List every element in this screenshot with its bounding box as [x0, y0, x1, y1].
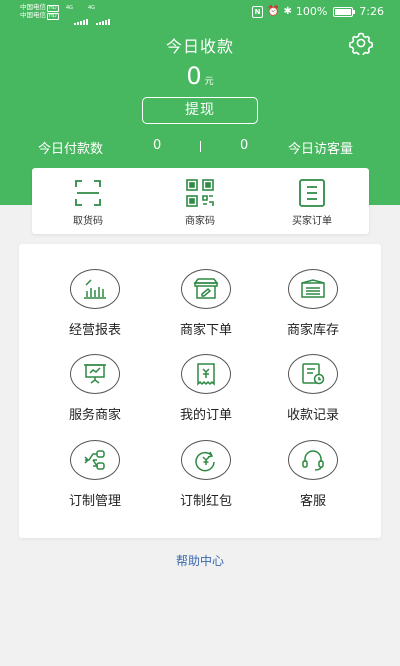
grid-icon-circle: [70, 354, 120, 394]
quick-label: 取货码: [73, 216, 103, 227]
quick-actions: 取货码 商家码 买家订单: [32, 168, 369, 234]
shop-icon: [193, 278, 219, 299]
grid-item-merchant-order[interactable]: 商家下单: [147, 269, 267, 354]
network-type-1: 4G: [66, 5, 74, 11]
grid-icon-circle: [70, 440, 120, 480]
grid-item-my-orders[interactable]: 我的订单: [147, 354, 267, 439]
quick-label: 商家码: [185, 216, 215, 227]
visitor-count-label: 今日访客量: [288, 142, 354, 157]
amount-value: 0: [186, 62, 202, 90]
visitor-count-value: 0: [240, 138, 249, 153]
carrier-2-label: 中国电信: [20, 11, 46, 19]
status-bar: 中国电信 HD 中国电信 HD 4G 4G N ⏰ ✱ 100% 7:26: [0, 0, 400, 25]
withdraw-button[interactable]: 提现: [142, 97, 258, 124]
battery-percent: 100%: [295, 5, 328, 18]
signal-icon-2: [96, 6, 111, 25]
status-right: N ⏰ ✱ 100% 7:26: [252, 5, 384, 18]
stats-divider: [200, 141, 201, 152]
red-packet-icon: [195, 451, 215, 472]
grid-label: 经营报表: [68, 323, 121, 338]
grid-item-service-merchant[interactable]: 服务商家: [36, 354, 156, 439]
payment-count-value: 0: [153, 138, 162, 153]
signal-icon: [74, 6, 89, 25]
clock-time: 7:26: [359, 5, 384, 18]
grid-label: 收款记录: [286, 408, 339, 423]
grid-label: 订制管理: [68, 494, 121, 509]
grid-icon-circle: [288, 354, 338, 394]
network-type-2: 4G: [88, 5, 96, 11]
grid-item-custom-management[interactable]: 订制管理: [36, 440, 156, 525]
grid-label: 商家库存: [286, 323, 339, 338]
battery-icon: [333, 6, 356, 17]
stats-row: 今日付款数 0 0 今日访客量: [0, 138, 400, 158]
gear-icon[interactable]: [349, 31, 373, 55]
bar-chart-icon: [84, 279, 106, 299]
grid-label: 客服: [299, 494, 326, 509]
order-list-icon: [299, 179, 325, 207]
help-center-link[interactable]: 帮助中心: [0, 552, 400, 569]
grid-icon-circle: [288, 269, 338, 309]
payment-count-label: 今日付款数: [38, 142, 104, 157]
grid-icon-circle: [181, 269, 231, 309]
quick-label: 买家订单: [292, 216, 332, 227]
receipt-icon: [197, 363, 215, 386]
carrier-2: 中国电信 HD: [20, 12, 59, 20]
inventory-icon: [301, 279, 325, 298]
grid-item-customer-service[interactable]: 客服: [254, 440, 374, 525]
qrcode-icon: [186, 179, 214, 207]
hd-badge-2: HD: [47, 13, 59, 20]
grid-item-payment-records[interactable]: 收款记录: [254, 354, 374, 439]
bluetooth-icon: ✱: [283, 6, 292, 17]
nfc-icon: N: [252, 5, 263, 18]
grid-label: 商家下单: [179, 323, 232, 338]
grid-icon-circle: [181, 440, 231, 480]
amount-display: 0元: [0, 62, 400, 90]
grid-item-merchant-inventory[interactable]: 商家库存: [254, 269, 374, 354]
grid-label: 我的订单: [179, 408, 232, 423]
page-title: 今日收款: [165, 37, 234, 56]
function-grid: 经营报表 商家下单 商家库存 服务商家 我的订单 收款记录 订制管理 订制红包 …: [19, 244, 381, 538]
carrier-1-label: 中国电信: [20, 3, 46, 11]
grid-item-business-report[interactable]: 经营报表: [36, 269, 156, 354]
grid-label: 订制红包: [179, 494, 232, 509]
alarm-icon: ⏰: [267, 6, 280, 17]
quick-buyer-orders[interactable]: 买家订单: [256, 168, 368, 234]
hd-badge: HD: [47, 5, 59, 12]
grid-label: 服务商家: [68, 408, 121, 423]
grid-icon-circle: [288, 440, 338, 480]
presentation-icon: [84, 364, 106, 384]
amount-unit: 元: [204, 77, 214, 87]
grid-icon-circle: [181, 354, 231, 394]
quick-pickup-code[interactable]: 取货码: [32, 168, 144, 234]
flow-icon: [84, 450, 105, 470]
quick-merchant-code[interactable]: 商家码: [144, 168, 256, 234]
headset-icon: [302, 450, 324, 471]
grid-icon-circle: [70, 269, 120, 309]
record-icon: [302, 363, 325, 385]
grid-item-custom-red-packet[interactable]: 订制红包: [147, 440, 267, 525]
scan-icon: [75, 180, 101, 206]
